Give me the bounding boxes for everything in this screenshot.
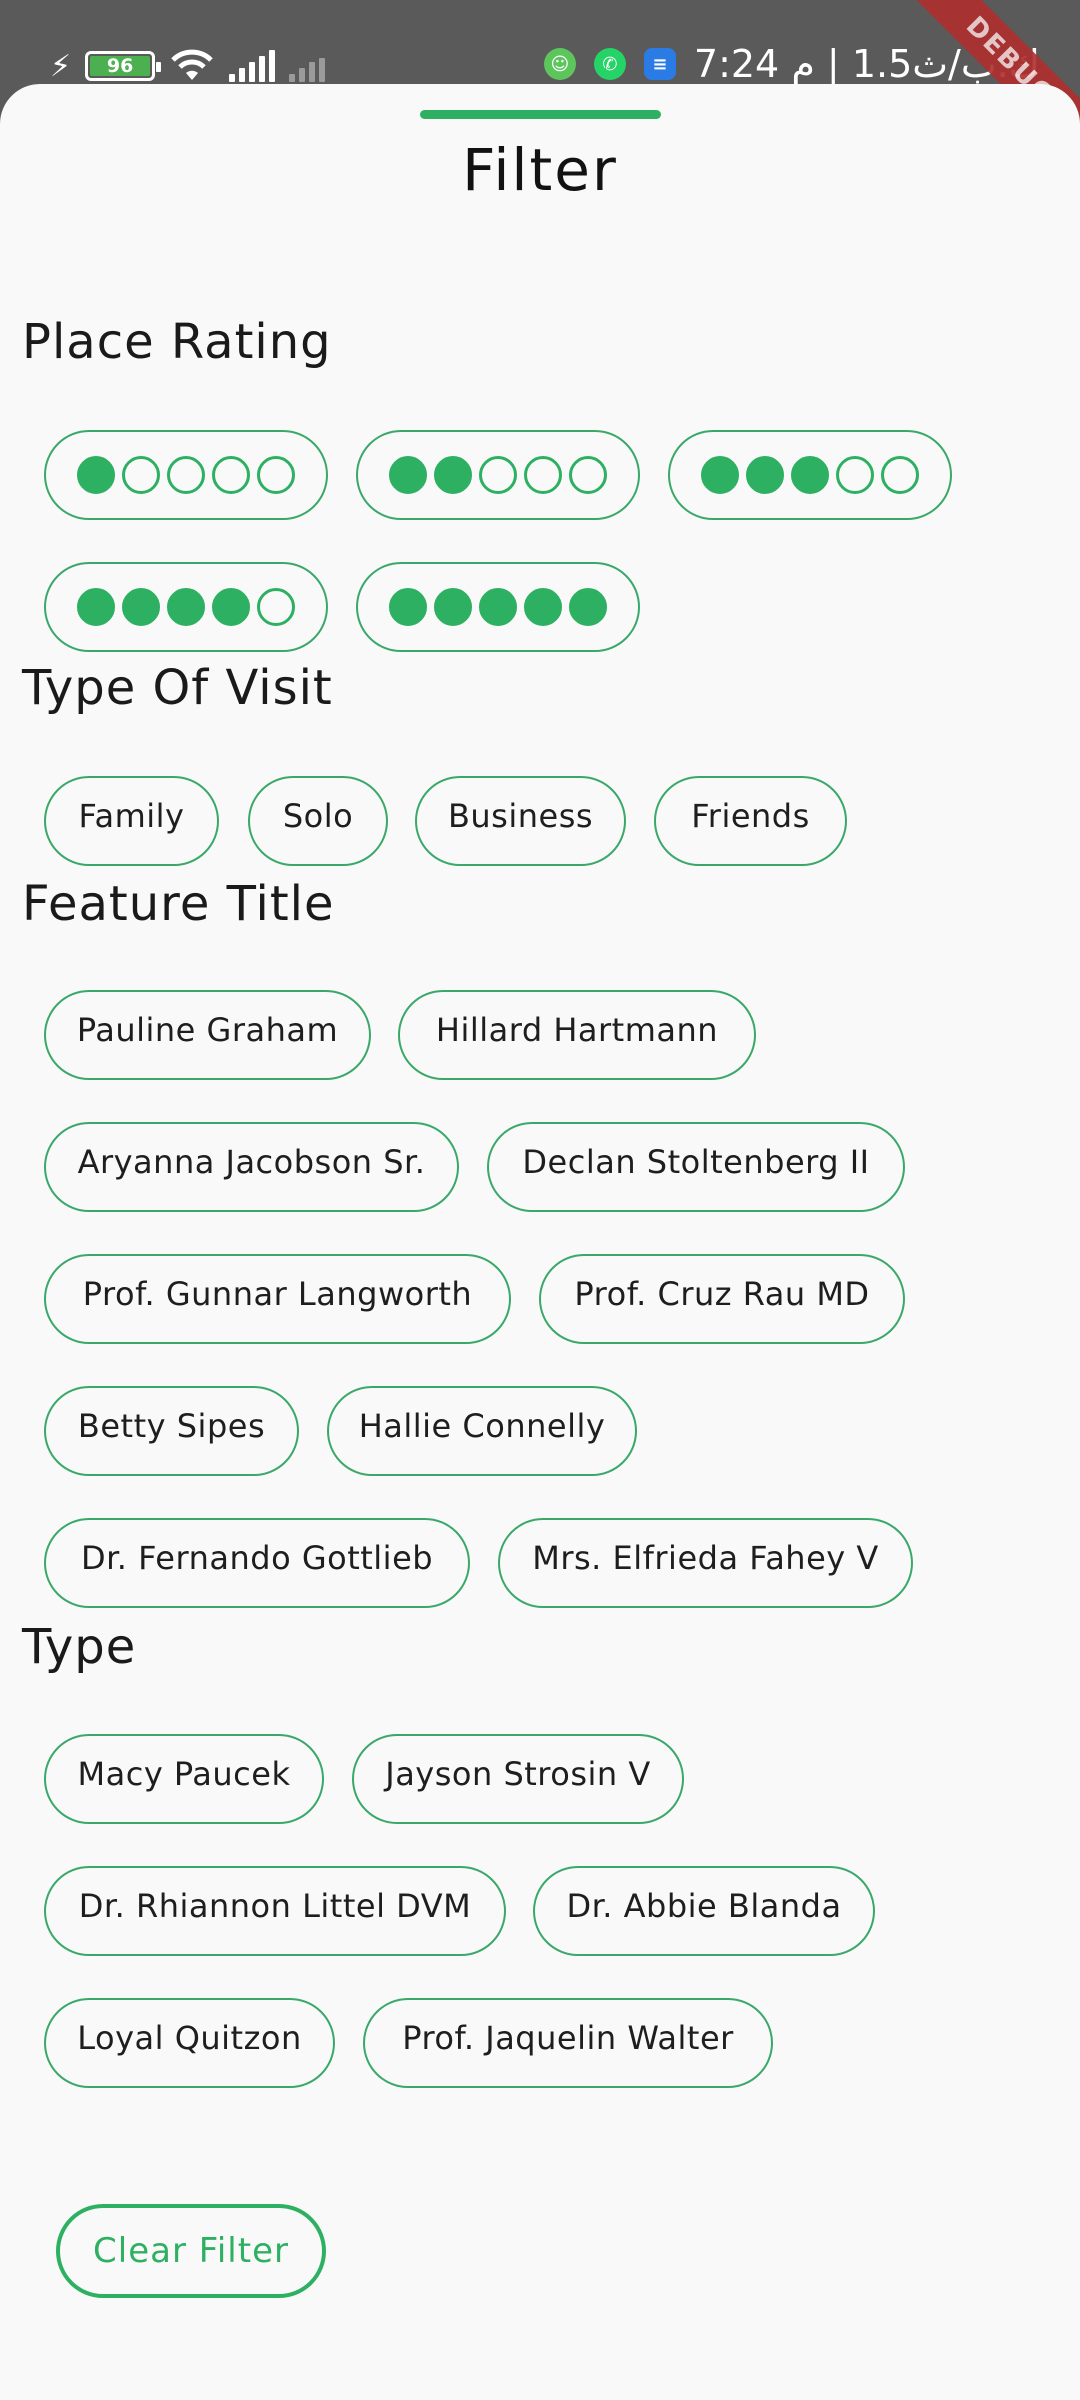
- filter-sheet: Filter Place Rating Type Of Visit Family…: [0, 84, 1080, 2400]
- visit-chip-business[interactable]: Business: [415, 776, 626, 866]
- empty-circle-icon: [122, 456, 160, 494]
- filled-circle-icon: [524, 588, 562, 626]
- feature-chip[interactable]: Mrs. Elfrieda Fahey V: [498, 1518, 913, 1608]
- feature-chip[interactable]: Betty Sipes: [44, 1386, 299, 1476]
- whatsapp-notification-icon: ✆: [593, 48, 626, 80]
- filled-circle-icon: [167, 588, 205, 626]
- feature-chip[interactable]: Hallie Connelly: [327, 1386, 637, 1476]
- filled-circle-icon: [791, 456, 829, 494]
- filled-circle-icon: [434, 588, 472, 626]
- clear-filter-button[interactable]: Clear Filter: [56, 2204, 326, 2298]
- empty-circle-icon: [881, 456, 919, 494]
- filled-circle-icon: [389, 456, 427, 494]
- feature-chip[interactable]: Prof. Gunnar Langworth: [44, 1254, 511, 1344]
- rating-chip-5[interactable]: [356, 562, 640, 652]
- filled-circle-icon: [122, 588, 160, 626]
- rating-chip-4[interactable]: [44, 562, 328, 652]
- filled-circle-icon: [479, 588, 517, 626]
- filled-circle-icon: [701, 456, 739, 494]
- filled-circle-icon: [77, 456, 115, 494]
- feature-chip[interactable]: Aryanna Jacobson Sr.: [44, 1122, 459, 1212]
- charging-icon: ⚡: [50, 48, 72, 84]
- empty-circle-icon: [479, 456, 517, 494]
- empty-circle-icon: [569, 456, 607, 494]
- empty-circle-icon: [167, 456, 205, 494]
- feature-chip[interactable]: Declan Stoltenberg II: [487, 1122, 905, 1212]
- type-chip[interactable]: Prof. Jaquelin Walter: [363, 1998, 773, 2088]
- message-notification-icon: ≡: [643, 48, 676, 80]
- filled-circle-icon: [212, 588, 250, 626]
- type-chip[interactable]: Jayson Strosin V: [352, 1734, 684, 1824]
- type-chip[interactable]: Dr. Abbie Blanda: [533, 1866, 875, 1956]
- filled-circle-icon: [389, 588, 427, 626]
- empty-circle-icon: [836, 456, 874, 494]
- sheet-title: Filter: [462, 136, 618, 204]
- rating-chip-2[interactable]: [356, 430, 640, 520]
- battery-icon: 96: [85, 51, 162, 81]
- filled-circle-icon: [569, 588, 607, 626]
- signal-icon: [229, 50, 276, 82]
- empty-circle-icon: [257, 588, 295, 626]
- place-rating-title: Place Rating: [22, 314, 332, 370]
- rating-chip-1[interactable]: [44, 430, 328, 520]
- android-notification-icon: ☺: [543, 48, 576, 80]
- feature-chip[interactable]: Dr. Fernando Gottlieb: [44, 1518, 470, 1608]
- empty-circle-icon: [212, 456, 250, 494]
- feature-chip[interactable]: Pauline Graham: [44, 990, 371, 1080]
- type-chip[interactable]: Macy Paucek: [44, 1734, 324, 1824]
- rating-chip-3[interactable]: [668, 430, 952, 520]
- visit-chip-family[interactable]: Family: [44, 776, 219, 866]
- empty-circle-icon: [524, 456, 562, 494]
- battery-level: 96: [90, 55, 151, 77]
- drag-handle[interactable]: [420, 110, 661, 119]
- empty-circle-icon: [257, 456, 295, 494]
- visit-chip-friends[interactable]: Friends: [654, 776, 847, 866]
- filled-circle-icon: [434, 456, 472, 494]
- type-chip[interactable]: Loyal Quitzon: [44, 1998, 335, 2088]
- wifi-icon: [169, 49, 215, 82]
- signal-off-icon: [289, 50, 326, 82]
- type-chip[interactable]: Dr. Rhiannon Littel DVM: [44, 1866, 506, 1956]
- status-bar-left: ⚡ 96: [50, 48, 326, 84]
- visit-chip-solo[interactable]: Solo: [248, 776, 388, 866]
- type-of-visit-title: Type Of Visit: [22, 660, 333, 716]
- filled-circle-icon: [77, 588, 115, 626]
- feature-title-title: Feature Title: [22, 876, 335, 932]
- feature-chip[interactable]: Prof. Cruz Rau MD: [539, 1254, 905, 1344]
- feature-chip[interactable]: Hillard Hartmann: [398, 990, 756, 1080]
- filled-circle-icon: [746, 456, 784, 494]
- type-title: Type: [22, 1619, 137, 1675]
